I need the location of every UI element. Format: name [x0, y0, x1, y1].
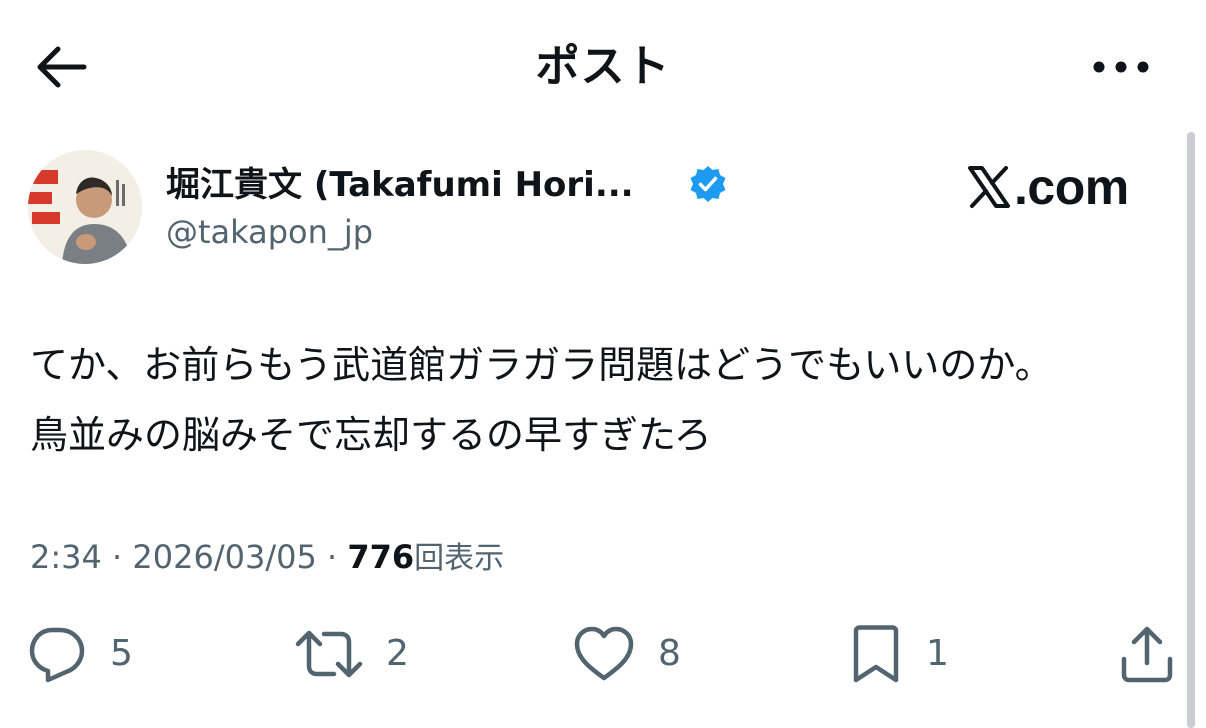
reply-button[interactable]: 5: [26, 622, 133, 686]
author-display-name[interactable]: 堀江貴文 (Takafumi Hori...: [166, 160, 636, 210]
reply-count: 5: [110, 633, 133, 674]
post-date[interactable]: 2026/03/05: [132, 538, 316, 576]
views-label: 回表示: [414, 541, 505, 576]
repost-button[interactable]: 2: [294, 622, 409, 686]
repost-count: 2: [386, 633, 409, 674]
reply-icon: [29, 627, 85, 683]
meta-separator: ·: [112, 538, 123, 576]
heart-icon: [574, 626, 634, 681]
avatar-image: [28, 150, 142, 264]
scrollbar[interactable]: [1187, 132, 1195, 728]
like-button[interactable]: 8: [572, 622, 681, 686]
avatar[interactable]: [28, 150, 142, 264]
views-count[interactable]: 776: [347, 538, 414, 576]
repost-icon: [295, 630, 363, 678]
post-meta: 2:34 · 2026/03/05 · 776回表示: [30, 532, 504, 582]
x-com-logo: .com: [966, 158, 1162, 216]
more-horizontal-icon: [1093, 61, 1149, 73]
share-button[interactable]: [1118, 622, 1176, 686]
more-options-button[interactable]: [1090, 52, 1152, 82]
page-title: ポスト: [535, 41, 671, 92]
post-text: てか、お前らもう武道館ガラガラ問題はどうでもいいのか。 鳥並みの脳みそで忘却する…: [30, 330, 1180, 470]
bookmark-button[interactable]: 1: [848, 622, 949, 686]
share-icon: [1121, 626, 1173, 683]
post-time[interactable]: 2:34: [30, 538, 102, 576]
author-handle[interactable]: @takapon_jp: [166, 210, 373, 254]
bookmark-count: 1: [926, 633, 949, 674]
verified-badge-icon: [688, 164, 728, 204]
post-detail-screen: ポスト 堀江貴文 (Takafumi Hori... @takapon_jp .…: [0, 0, 1206, 728]
post-text-line-2: 鳥並みの脳みそで忘却するの早すぎたろ: [30, 413, 712, 457]
logo-text: .com: [1014, 159, 1129, 215]
post-text-line-1: てか、お前らもう武道館ガラガラ問題はどうでもいいのか。: [30, 343, 1053, 387]
like-count: 8: [658, 633, 681, 674]
bookmark-icon: [853, 625, 899, 683]
x-logo-icon: [968, 166, 1010, 208]
meta-separator: ·: [326, 538, 338, 576]
